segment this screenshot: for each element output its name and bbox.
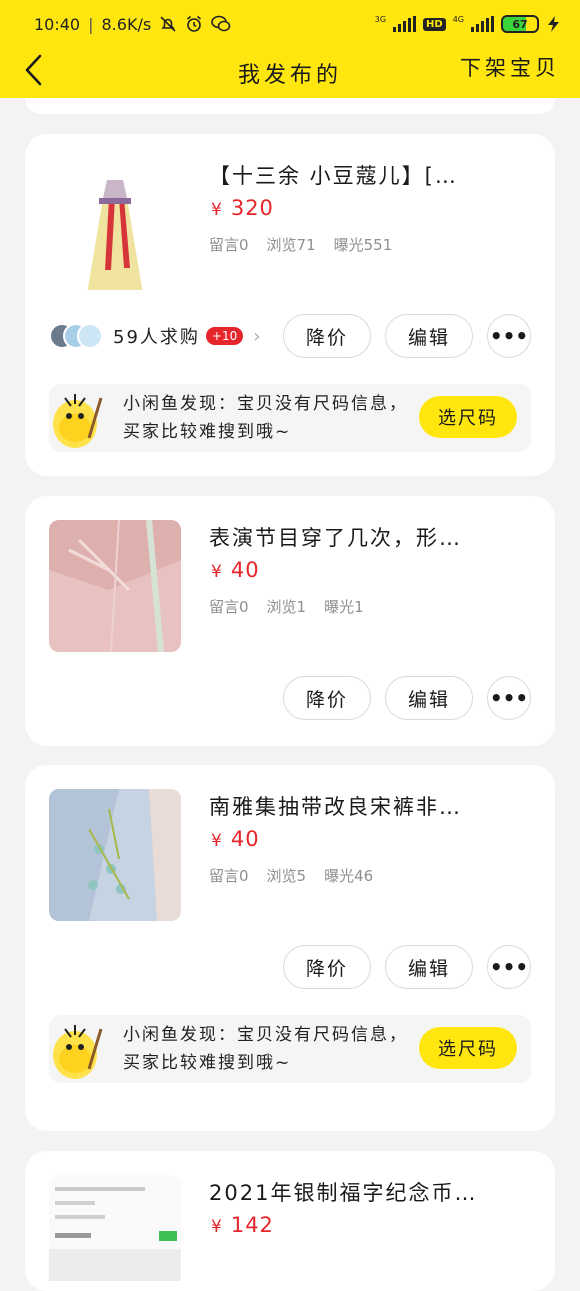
price-value: 40 [230,827,260,851]
size-tip-text: 小闲鱼发现：宝贝没有尺码信息，买家比较难搜到哦~ [123,394,408,442]
item-actions: 降价 编辑 ••• [283,314,531,358]
chevron-right-icon: › [253,325,261,347]
battery-icon: 67 [501,15,539,33]
comments-count: 留言0 [209,867,249,885]
item-price: ¥320 [211,196,274,220]
item-actions: 降价 编辑 ••• [283,945,531,989]
wanted-new-badge: +10 [205,327,244,345]
fish-mascot-icon [53,1025,103,1079]
item-stats: 留言0 浏览5 曝光46 [209,865,373,886]
alarm-icon [187,15,202,32]
select-size-button[interactable]: 选尺码 [419,1027,517,1069]
network-3g-label: 3G [374,15,387,24]
status-divider: | [88,14,94,34]
edit-button[interactable]: 编辑 [385,314,473,358]
item-thumbnail[interactable] [49,1175,181,1281]
network-4g-label: 4G [452,15,464,24]
mute-bell-icon [160,16,176,32]
wanted-count: 59人求购 [113,327,200,348]
size-tip-text: 小闲鱼发现：宝贝没有尺码信息，买家比较难搜到哦~ [123,1025,408,1073]
currency-symbol: ¥ [211,1217,223,1237]
signal-icon [393,16,417,32]
item-thumbnail[interactable] [49,789,181,921]
item-actions: 降价 编辑 ••• [283,676,531,720]
item-price: ¥40 [211,827,260,851]
item-title[interactable]: 表演节目穿了几次，形… [209,522,529,552]
status-speed: 8.6K/s [101,14,152,34]
signal-icon-2 [471,16,494,32]
item-card[interactable]: 南雅集抽带改良宋裤非… ¥40 留言0 浏览5 曝光46 降价 编辑 ••• 小… [25,765,555,1131]
item-photo [49,1175,181,1281]
charging-icon [548,16,559,32]
size-tip-banner: 小闲鱼发现：宝贝没有尺码信息，买家比较难搜到哦~ 选尺码 [49,1015,531,1083]
previous-card-edge [25,98,555,114]
item-price: ¥40 [211,558,260,582]
price-cut-button[interactable]: 降价 [283,676,371,720]
unlist-items-button[interactable]: 下架宝贝 [460,52,560,82]
exposure-count: 曝光1 [324,598,364,616]
avatar [77,323,103,349]
item-photo [49,789,181,921]
item-stats: 留言0 浏览71 曝光551 [209,234,392,255]
views-count: 浏览5 [266,867,307,885]
currency-symbol: ¥ [211,200,223,220]
exposure-count: 曝光551 [333,236,393,254]
fish-mascot-icon [53,394,103,448]
item-title[interactable]: 2021年银制福字纪念币… [209,1177,529,1207]
back-button[interactable] [16,52,52,88]
currency-symbol: ¥ [211,831,223,851]
select-size-button[interactable]: 选尺码 [419,396,517,438]
more-button[interactable]: ••• [487,945,531,989]
item-photo [49,158,181,290]
exposure-count: 曝光46 [324,867,374,885]
item-card[interactable]: 表演节目穿了几次，形… ¥40 留言0 浏览1 曝光1 降价 编辑 ••• [25,496,555,746]
item-card[interactable]: 【十三余 小豆蔻儿】[… ¥320 留言0 浏览71 曝光551 59人求购 +… [25,134,555,476]
item-thumbnail[interactable] [49,158,181,290]
hd-badge: HD [423,17,446,31]
price-value: 142 [230,1213,274,1237]
currency-symbol: ¥ [211,562,223,582]
status-bar: 10:40 | 8.6K/s 3G HD 4G 67 [0,0,580,48]
item-title[interactable]: 【十三余 小豆蔻儿】[… [209,160,529,190]
views-count: 浏览1 [266,598,307,616]
edit-button[interactable]: 编辑 [385,676,473,720]
comments-count: 留言0 [209,236,249,254]
status-time: 10:40 [34,14,81,34]
item-price: ¥142 [211,1213,274,1237]
item-stats: 留言0 浏览1 曝光1 [209,596,364,617]
wechat-icon [211,15,231,32]
more-button[interactable]: ••• [487,314,531,358]
item-card[interactable]: 2021年银制福字纪念币… ¥142 [25,1151,555,1291]
price-value: 40 [230,558,260,582]
nav-bar: 我发布的 下架宝贝 [0,48,580,98]
edit-button[interactable]: 编辑 [385,945,473,989]
wanted-buyers-link[interactable]: 59人求购 +10 › [49,314,260,358]
price-value: 320 [230,196,274,220]
more-button[interactable]: ••• [487,676,531,720]
page-title: 我发布的 [237,63,342,88]
comments-count: 留言0 [209,598,249,616]
item-photo [49,520,181,652]
views-count: 浏览71 [266,236,316,254]
size-tip-banner: 小闲鱼发现：宝贝没有尺码信息，买家比较难搜到哦~ 选尺码 [49,384,531,452]
price-cut-button[interactable]: 降价 [283,314,371,358]
item-title[interactable]: 南雅集抽带改良宋裤非… [209,791,529,821]
back-arrow-icon [25,54,42,86]
item-thumbnail[interactable] [49,520,181,652]
price-cut-button[interactable]: 降价 [283,945,371,989]
